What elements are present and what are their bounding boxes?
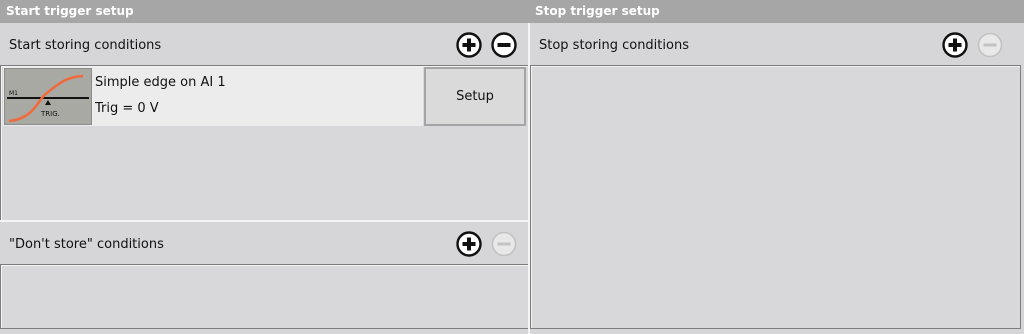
dont-store-conditions-label: "Don't store" conditions xyxy=(9,237,164,252)
plus-circle-icon xyxy=(456,231,482,257)
stop-conditions-list[interactable] xyxy=(530,65,1021,329)
minus-circle-disabled-icon xyxy=(977,32,1003,58)
edge-trigger-thumbnail: TRIG. M1 xyxy=(4,68,92,125)
setup-button[interactable]: Setup xyxy=(424,67,526,126)
svg-text:TRIG.: TRIG. xyxy=(40,110,60,118)
start-storing-conditions-label: Start storing conditions xyxy=(9,38,162,53)
svg-text:M1: M1 xyxy=(9,90,18,97)
plus-circle-icon xyxy=(456,32,482,58)
remove-dont-store-condition-button[interactable] xyxy=(491,231,517,257)
add-stop-condition-button[interactable] xyxy=(942,32,968,58)
plus-circle-icon xyxy=(942,32,968,58)
section-divider xyxy=(0,220,530,222)
remove-start-condition-button[interactable] xyxy=(491,32,517,58)
add-start-condition-button[interactable] xyxy=(456,32,482,58)
header-bar xyxy=(0,0,1024,23)
minus-circle-icon xyxy=(491,32,517,58)
start-trigger-header: Start trigger setup xyxy=(6,4,134,18)
minus-circle-disabled-icon xyxy=(491,231,517,257)
stop-storing-conditions-label: Stop storing conditions xyxy=(539,38,689,53)
condition-row[interactable]: TRIG. M1 Simple edge on AI 1 Trig = 0 V xyxy=(3,67,423,126)
add-dont-store-condition-button[interactable] xyxy=(456,231,482,257)
condition-subtitle: Trig = 0 V xyxy=(95,101,159,116)
remove-stop-condition-button[interactable] xyxy=(977,32,1003,58)
stop-trigger-header: Stop trigger setup xyxy=(535,4,660,18)
edge-curve-icon: TRIG. M1 xyxy=(7,74,89,123)
condition-title: Simple edge on AI 1 xyxy=(95,75,226,90)
dont-store-conditions-list[interactable] xyxy=(0,264,529,329)
